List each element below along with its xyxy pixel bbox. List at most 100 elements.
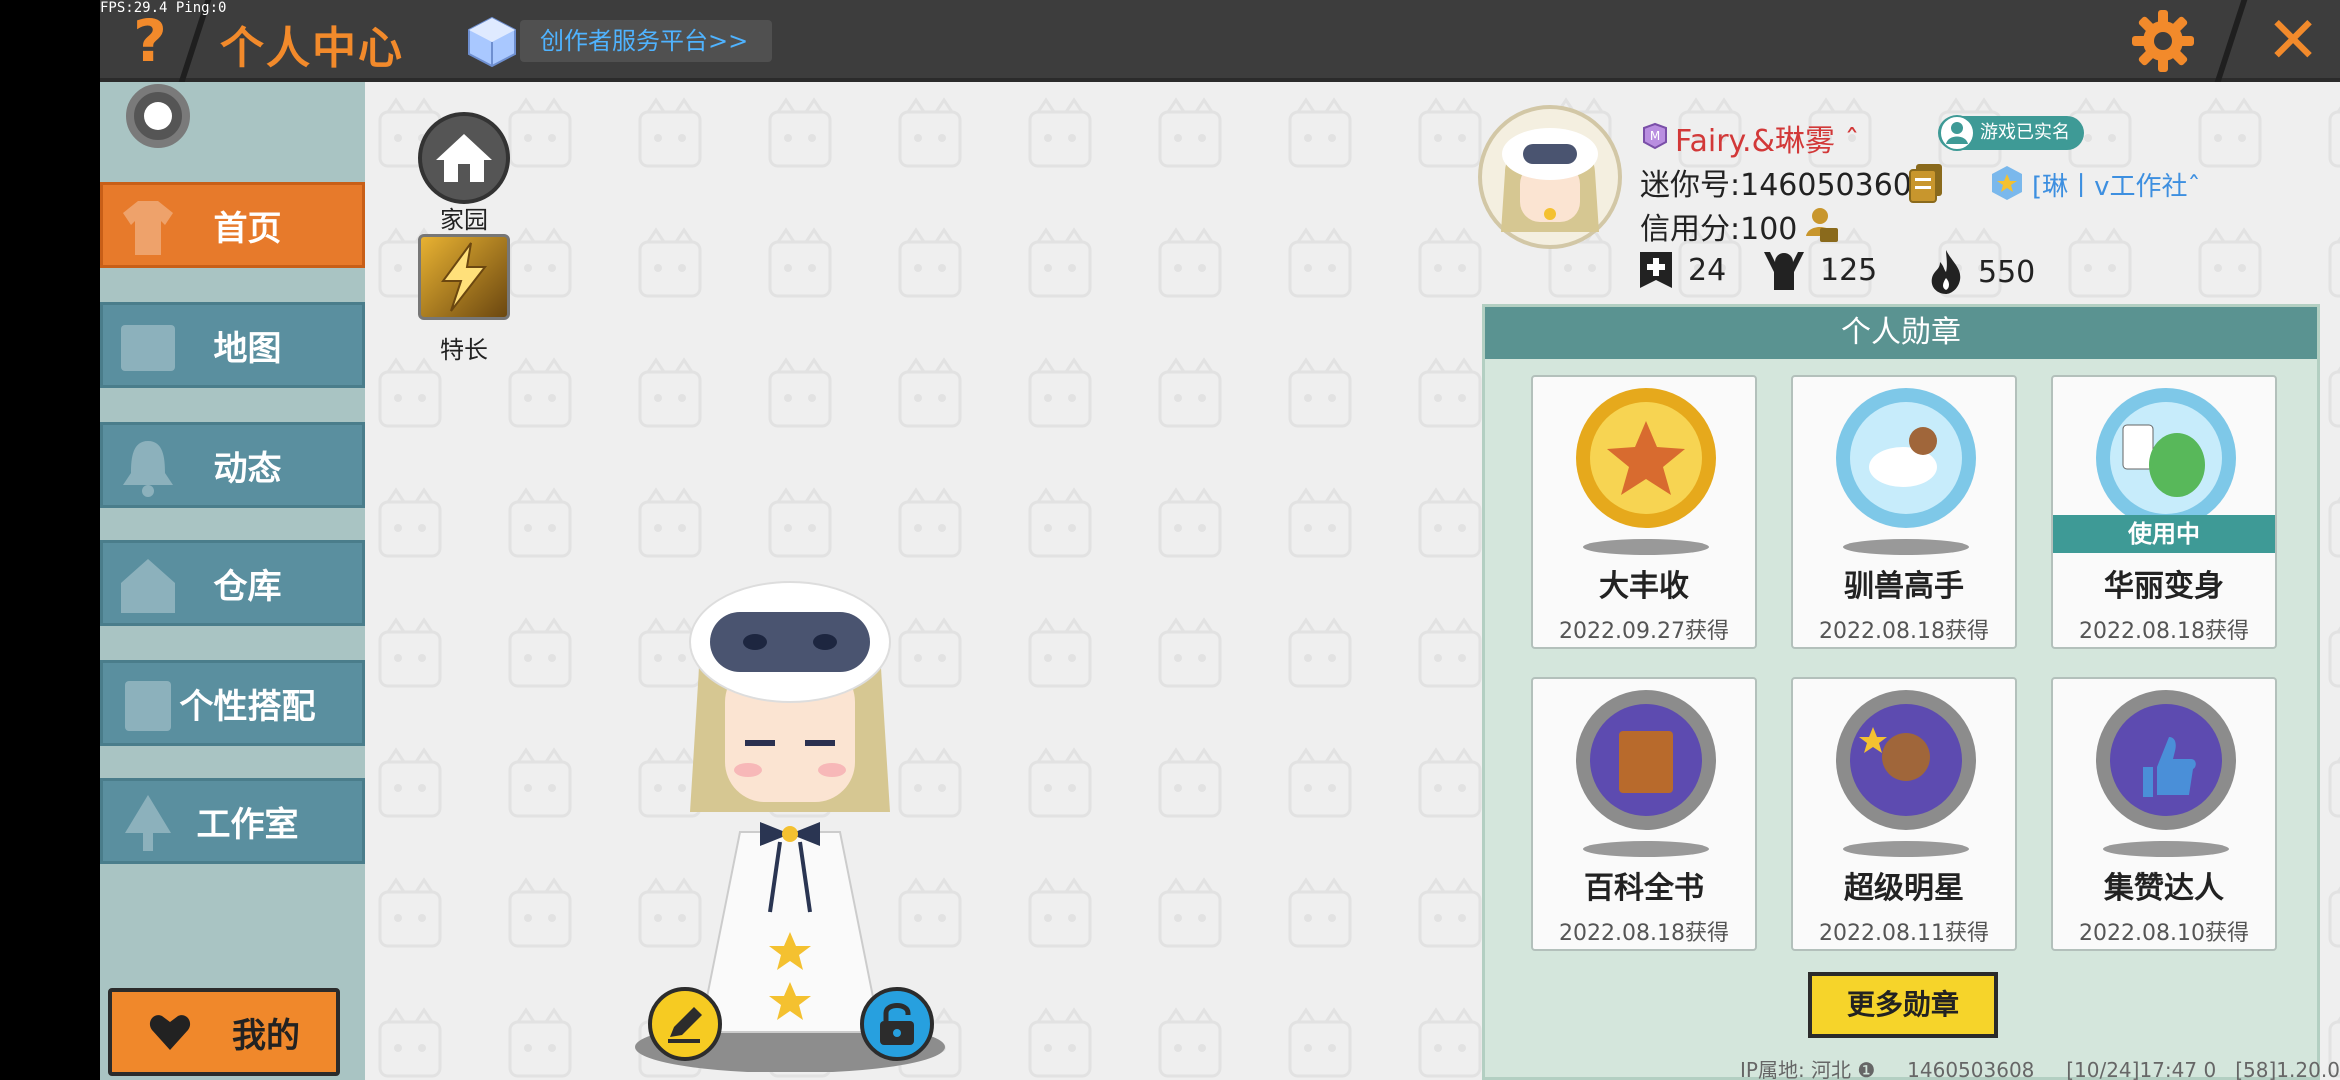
main-area: 首页 地图 动态 仓库 个性搭配 工作室 我的 家园 特长 M Fairy.&琳… xyxy=(100,82,2340,1080)
ip-location: IP属地: 河北 xyxy=(1740,1058,1852,1080)
medal-card[interactable]: 使用中 华丽变身 2022.08.18获得 xyxy=(2051,375,2277,649)
shirt-icon xyxy=(123,201,173,255)
medal-name: 大丰收 xyxy=(1599,569,1689,604)
top-bar: ? 个人中心 创作者服务平台>> ✕ xyxy=(100,0,2340,82)
skill-label: 特长 xyxy=(440,336,488,364)
medal-card[interactable]: 大丰收 2022.09.27获得 xyxy=(1531,375,1757,649)
more-medals-button[interactable]: 更多勋章 xyxy=(1808,972,1998,1038)
medal-date: 2022.08.18获得 xyxy=(2079,619,2249,644)
sidebar-item-label: 工作室 xyxy=(196,804,299,845)
unicorn-medal-icon xyxy=(1836,388,1976,528)
studio-badge-icon xyxy=(1992,166,2022,200)
medal-shadow xyxy=(1843,841,1969,857)
sidebar-item-studio[interactable]: 工作室 xyxy=(100,778,365,864)
medal-card[interactable]: 百科全书 2022.08.18获得 xyxy=(1531,677,1757,951)
close-button[interactable]: ✕ xyxy=(2258,6,2328,76)
sidebar-item-warehouse[interactable]: 仓库 xyxy=(100,540,365,626)
credit-score: 信用分:100 xyxy=(1640,212,1798,247)
fans-icon xyxy=(1764,252,1804,290)
sidebar-item-label: 首页 xyxy=(213,208,282,249)
divider xyxy=(2214,0,2248,82)
friends-stat: 24 xyxy=(1636,248,1726,292)
cube-icon[interactable] xyxy=(465,14,519,68)
sidebar-item-label: 地图 xyxy=(213,328,282,369)
house-icon xyxy=(436,134,492,182)
heart-icon xyxy=(149,1015,191,1050)
edit-button[interactable] xyxy=(648,987,722,1061)
creator-platform-link[interactable]: 创作者服务平台>> xyxy=(520,20,773,62)
footer-time: [10/24]17:47 0 xyxy=(2066,1058,2217,1080)
help-button[interactable]: ? xyxy=(120,8,180,74)
sidebar-item-map[interactable]: 地图 xyxy=(100,302,365,388)
footer-info: IP属地: 河北 ❶ 1460503608 [10/24]17:47 0 [58… xyxy=(1740,1054,2340,1080)
popularity-stat: 550 xyxy=(1926,248,2035,296)
lightning-icon xyxy=(441,242,488,312)
medal-panel: 个人勋章 大丰收 2022.09.27获得 驯兽高手 2022.08.18获得 xyxy=(1482,304,2320,1080)
bell-icon xyxy=(123,441,173,497)
fps-readout: FPS:29.4 Ping:0 xyxy=(100,0,227,16)
map-icon xyxy=(121,325,175,371)
studio-name[interactable]: [琳丨v工作社ˆ xyxy=(2032,166,2201,203)
medal-card[interactable]: 超级明星 2022.08.11获得 xyxy=(1791,677,2017,951)
mini-id: 迷你号:1460503608 xyxy=(1640,168,1931,203)
lock-button[interactable] xyxy=(860,987,934,1061)
user-check-icon xyxy=(1939,115,1975,151)
in-use-badge: 使用中 xyxy=(2053,515,2275,553)
medal-shadow xyxy=(1843,539,1969,555)
medal-name: 超级明星 xyxy=(1844,871,1964,906)
homeland-label: 家园 xyxy=(440,206,488,234)
add-friend-icon xyxy=(1640,252,1672,288)
medal-name: 百科全书 xyxy=(1584,871,1704,906)
medal-date: 2022.09.27获得 xyxy=(1559,619,1729,644)
star-medal-icon xyxy=(1836,690,1976,830)
medal-shadow xyxy=(1583,539,1709,555)
pencil-icon xyxy=(668,1007,702,1043)
medal-panel-title: 个人勋章 xyxy=(1485,307,2317,359)
medal-date: 2022.08.10获得 xyxy=(2079,921,2249,946)
medal-name: 华丽变身 xyxy=(2104,569,2224,604)
medal-date: 2022.08.18获得 xyxy=(1819,619,1989,644)
info-icon: ❶ xyxy=(1857,1058,1876,1080)
outfit-icon xyxy=(125,681,171,731)
copy-icon[interactable] xyxy=(1908,162,1944,204)
medal-shadow xyxy=(2103,841,2229,857)
tree-icon xyxy=(125,795,171,851)
medal-shadow xyxy=(1583,841,1709,857)
medal-card[interactable]: 集赞达人 2022.08.10获得 xyxy=(2051,677,2277,951)
house-icon xyxy=(121,559,175,613)
flame-icon xyxy=(1931,250,1961,294)
sidebar-item-feed[interactable]: 动态 xyxy=(100,422,365,508)
svg-text:M: M xyxy=(1650,129,1660,143)
fans-stat: 125 xyxy=(1760,248,1877,292)
page-title: 个人中心 xyxy=(220,23,404,74)
medal-name: 集赞达人 xyxy=(2104,871,2224,906)
medal-card[interactable]: 驯兽高手 2022.08.18获得 xyxy=(1791,375,2017,649)
medal-date: 2022.08.11获得 xyxy=(1819,921,1989,946)
sidebar-item-label: 个性搭配 xyxy=(179,686,316,727)
profile-avatar[interactable] xyxy=(1475,102,1625,252)
medal-name: 驯兽高手 xyxy=(1844,569,1964,604)
sidebar-item-label: 动态 xyxy=(213,448,282,489)
footer-uid: 1460503608 xyxy=(1907,1058,2035,1080)
sidebar-item-home[interactable]: 首页 xyxy=(100,182,365,268)
sidebar: 首页 地图 动态 仓库 个性搭配 工作室 我的 xyxy=(100,82,365,1080)
mine-button[interactable]: 我的 xyxy=(108,988,340,1076)
footer-version: [58]1.20.0 xyxy=(2235,1058,2340,1080)
sidebar-item-label: 仓库 xyxy=(213,566,282,607)
homeland-button[interactable] xyxy=(418,112,510,204)
lock-icon xyxy=(880,1003,914,1045)
vip-badge-icon: M xyxy=(1643,122,1667,150)
gold-medal-icon xyxy=(1576,388,1716,528)
thumb-medal-icon xyxy=(2096,690,2236,830)
mine-label: 我的 xyxy=(232,1015,300,1056)
sidebar-item-outfit[interactable]: 个性搭配 xyxy=(100,660,365,746)
dino-medal-icon xyxy=(2096,388,2236,528)
gear-icon[interactable] xyxy=(2130,8,2196,74)
book-medal-icon xyxy=(1576,690,1716,830)
medal-date: 2022.08.18获得 xyxy=(1559,921,1729,946)
fans-count: 125 xyxy=(1820,252,1878,288)
skill-button[interactable] xyxy=(418,234,510,320)
popularity-count: 550 xyxy=(1978,254,2036,290)
menu-toggle[interactable] xyxy=(126,84,190,148)
nickname: Fairy.&琳雾 ˆ xyxy=(1675,124,1860,159)
